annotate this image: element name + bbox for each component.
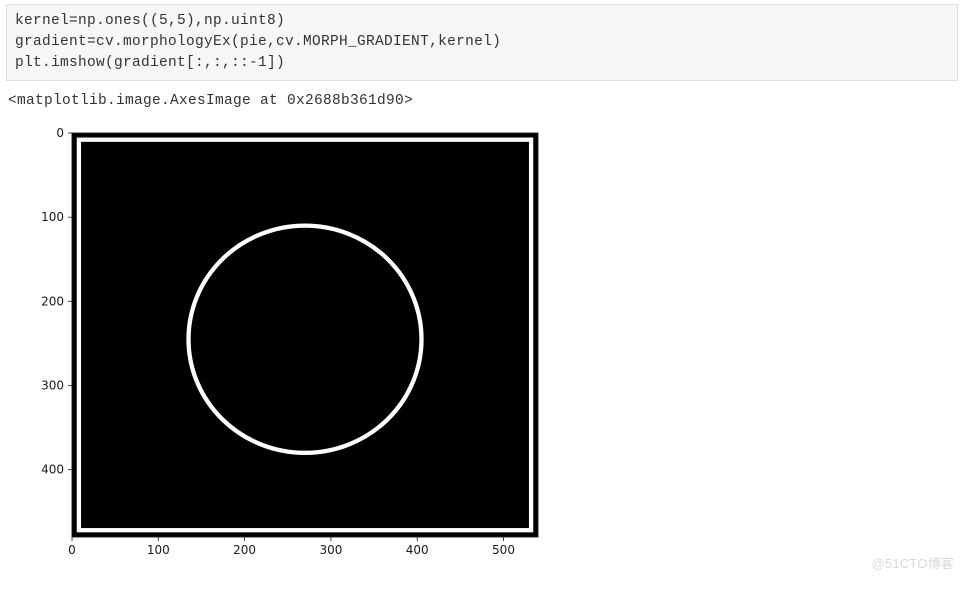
- x-tick-200: 200: [233, 543, 256, 557]
- y-tick-0: 0: [56, 127, 64, 140]
- image-background: [72, 133, 538, 537]
- x-tick-400: 400: [406, 543, 429, 557]
- plot-svg: 0 100 200 300 400 500 0 100: [18, 127, 578, 567]
- code-line-2: gradient=cv.morphologyEx(pie,cv.MORPH_GR…: [15, 34, 501, 50]
- y-tick-100: 100: [41, 210, 64, 224]
- x-tick-100: 100: [147, 543, 170, 557]
- output-repr: <matplotlib.image.AxesImage at 0x2688b36…: [8, 93, 956, 109]
- watermark: @51CTO博客: [872, 553, 954, 572]
- axes-image: [72, 133, 538, 537]
- matplotlib-figure: 0 100 200 300 400 500 0 100: [18, 127, 578, 567]
- y-tick-300: 300: [41, 379, 64, 393]
- x-axis: 0 100 200 300 400 500: [68, 537, 515, 557]
- x-tick-0: 0: [68, 543, 76, 557]
- code-line-3: plt.imshow(gradient[:,:,::-1]): [15, 55, 285, 71]
- code-cell: kernel=np.ones((5,5),np.uint8) gradient=…: [6, 4, 958, 81]
- y-tick-200: 200: [41, 294, 64, 308]
- y-axis: 0 100 200 300 400: [41, 127, 72, 477]
- code-line-1: kernel=np.ones((5,5),np.uint8): [15, 13, 285, 29]
- x-tick-300: 300: [319, 543, 342, 557]
- y-tick-400: 400: [41, 463, 64, 477]
- x-tick-500: 500: [492, 543, 515, 557]
